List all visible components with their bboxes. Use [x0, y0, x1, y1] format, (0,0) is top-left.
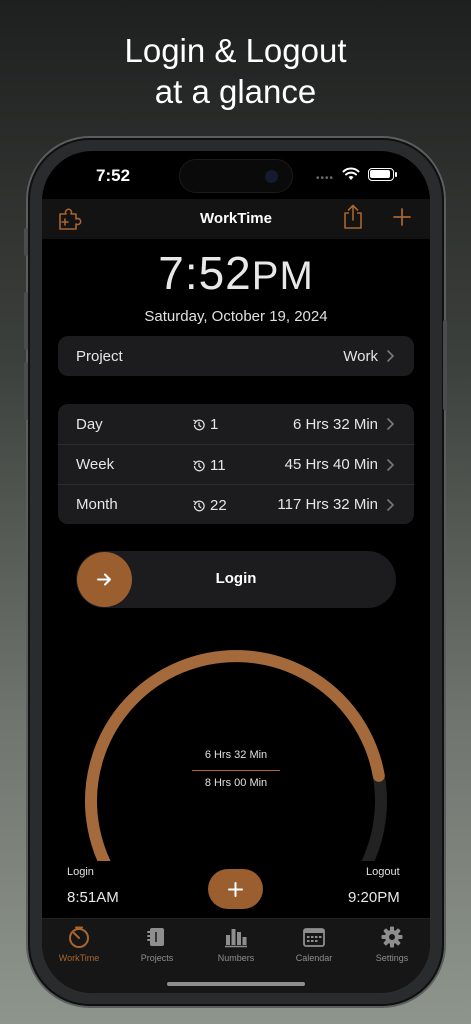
count-value: 11 [210, 457, 226, 474]
history-icon [193, 459, 205, 471]
add-entry-button[interactable] [208, 869, 263, 909]
count-value: 1 [210, 416, 219, 433]
history-icon [193, 418, 205, 430]
stats-label: Week [76, 456, 115, 473]
tab-label: Projects [140, 953, 174, 963]
project-label: Project [76, 347, 123, 365]
tab-label: Settings [375, 953, 409, 963]
login-count: 11 [192, 457, 226, 474]
dynamic-island [179, 159, 293, 193]
bar-chart-icon [225, 929, 247, 948]
stats-label: Month [76, 496, 118, 513]
gear-icon [381, 926, 403, 948]
tab-settings[interactable]: Settings [357, 925, 427, 963]
tab-label: Calendar [295, 953, 333, 963]
chevron-right-icon [387, 418, 395, 430]
tab-label: Numbers [217, 953, 255, 963]
tab-numbers[interactable]: Numbers [201, 925, 271, 963]
chevron-right-icon [387, 458, 395, 471]
headline-line-2: at a glance [154, 73, 317, 110]
battery-icon [368, 168, 397, 181]
login-label: Login [67, 866, 94, 878]
project-value: Work [343, 347, 378, 365]
stats-row-week[interactable]: Week 11 45 Hrs 40 Min [58, 444, 414, 484]
login-count: 22 [192, 497, 227, 514]
login-slider[interactable]: Login [76, 551, 396, 608]
volume-up-button [24, 292, 28, 350]
app-screen: 7:52 •••• WorkTime 7:52PM Saturday, Octo… [42, 151, 430, 993]
tab-bar: WorkTime Projects Numbers Calendar Setti… [42, 918, 430, 993]
plus-icon [228, 882, 243, 897]
stats-label: Day [76, 415, 103, 433]
add-icon[interactable] [392, 207, 412, 227]
camera-icon [265, 170, 278, 183]
work-progress-gauge [85, 650, 387, 861]
duration-value: 45 Hrs 40 Min [284, 456, 378, 473]
tab-worktime[interactable]: WorkTime [44, 925, 114, 963]
nav-title: WorkTime [200, 210, 272, 227]
history-icon [193, 499, 205, 511]
duration-value: 6 Hrs 32 Min [292, 415, 378, 433]
power-button [443, 320, 447, 410]
chevron-right-icon [387, 350, 395, 362]
count-value: 22 [210, 497, 227, 514]
status-time: 7:52 [96, 166, 131, 185]
gauge-divider [192, 770, 280, 771]
tab-projects[interactable]: Projects [122, 925, 192, 963]
clock-time: 7:52 [158, 247, 252, 299]
action-button [24, 228, 28, 256]
binder-icon [147, 928, 164, 946]
chevron-right-icon [387, 498, 395, 511]
worked-time: 6 Hrs 32 Min [204, 749, 268, 761]
calendar-icon [303, 928, 325, 947]
current-date: Saturday, October 19, 2024 [144, 308, 328, 325]
headline-line-1: Login & Logout [124, 32, 347, 69]
project-card[interactable]: Project Work [58, 336, 414, 376]
project-row[interactable]: Project Work [58, 336, 414, 376]
wifi-icon [342, 167, 360, 180]
logout-label: Logout [366, 866, 400, 878]
navigation-bar: WorkTime [42, 199, 430, 239]
share-icon[interactable] [341, 203, 365, 231]
clock-ampm: PM [251, 254, 314, 298]
stats-card: Day 1 6 Hrs 32 Min Week 11 45 Hrs 40 Min… [58, 404, 414, 524]
promo-headline: Login & Logout at a glance [0, 30, 471, 112]
duration-value: 117 Hrs 32 Min [277, 496, 378, 513]
goal-time: 8 Hrs 00 Min [204, 777, 268, 789]
logout-time[interactable]: 9:20PM [348, 889, 400, 906]
current-time-display: 7:52PM [42, 246, 430, 300]
signal-dots-icon: •••• [316, 173, 335, 184]
tab-label: WorkTime [58, 953, 100, 963]
slider-label: Login [215, 570, 257, 587]
login-count: 1 [192, 416, 218, 433]
volume-down-button [24, 362, 28, 420]
stats-row-month[interactable]: Month 22 117 Hrs 32 Min [58, 484, 414, 524]
tab-calendar[interactable]: Calendar [279, 925, 349, 963]
home-indicator [167, 982, 305, 986]
stats-row-day[interactable]: Day 1 6 Hrs 32 Min [58, 404, 414, 444]
timer-icon [69, 926, 89, 948]
login-time[interactable]: 8:51AM [67, 889, 119, 906]
